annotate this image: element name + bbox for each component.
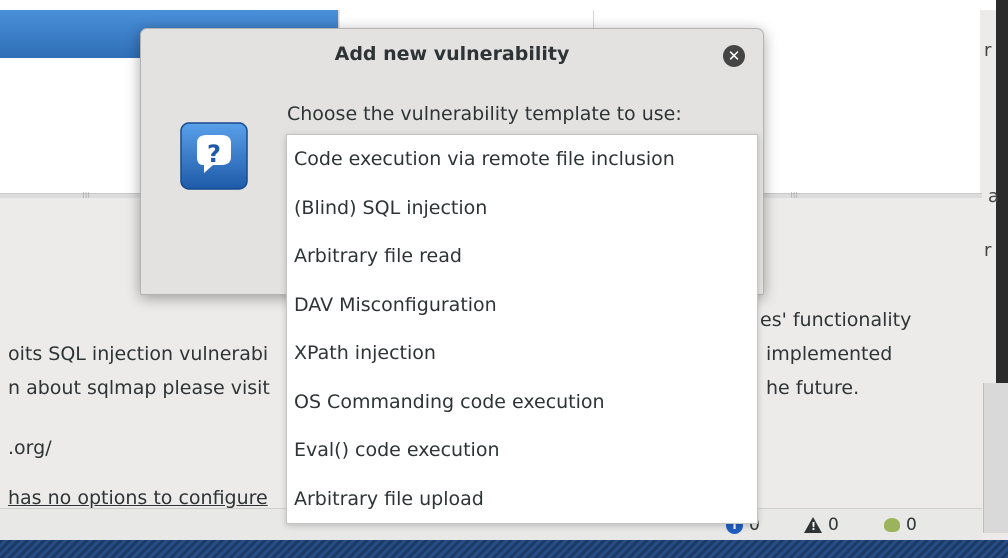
warning-count-item[interactable]: 0 <box>804 515 839 535</box>
right-edge-text: r <box>984 240 992 261</box>
description-line[interactable]: has no options to configure <box>8 486 268 510</box>
vuln-count-item[interactable]: 0 <box>884 515 917 535</box>
template-option[interactable]: (Blind) SQL injection <box>287 184 757 233</box>
template-option[interactable]: OS Commanding code execution <box>287 378 757 427</box>
right-edge-text: a <box>988 186 1000 207</box>
template-option[interactable]: XPath injection <box>287 329 757 378</box>
template-option[interactable]: Code execution via remote file inclusion <box>287 135 757 184</box>
close-icon[interactable]: ✕ <box>723 45 745 67</box>
right-edge-text: r <box>984 40 992 61</box>
question-icon: ? <box>180 122 248 190</box>
right-edge-panel-lower <box>983 383 1008 533</box>
warning-count: 0 <box>828 515 839 535</box>
template-option[interactable]: Arbitrary file upload <box>287 475 757 524</box>
svg-text:?: ? <box>207 140 221 168</box>
description-link[interactable]: .org/ <box>8 436 52 460</box>
desktop-panel-edge <box>0 540 1008 558</box>
template-dropdown-list[interactable]: Code execution via remote file inclusion… <box>286 134 758 524</box>
description-line: he future. <box>766 377 860 399</box>
description-line: es' functionality <box>760 309 912 331</box>
bug-icon <box>884 518 900 532</box>
vuln-count: 0 <box>906 515 917 535</box>
description-line: n about sqlmap please visit <box>8 377 270 399</box>
dialog-prompt: Choose the vulnerability template to use… <box>287 103 682 125</box>
dialog-title: Add new vulnerability <box>334 43 570 65</box>
template-option[interactable]: Eval() code execution <box>287 426 757 475</box>
warning-icon <box>804 517 822 533</box>
description-line: implemented <box>766 343 893 365</box>
top-strip <box>0 0 1008 10</box>
template-option[interactable]: DAV Misconfiguration <box>287 281 757 330</box>
template-option[interactable]: Arbitrary file read <box>287 232 757 281</box>
description-line: oits SQL injection vulnerabi <box>8 343 269 365</box>
